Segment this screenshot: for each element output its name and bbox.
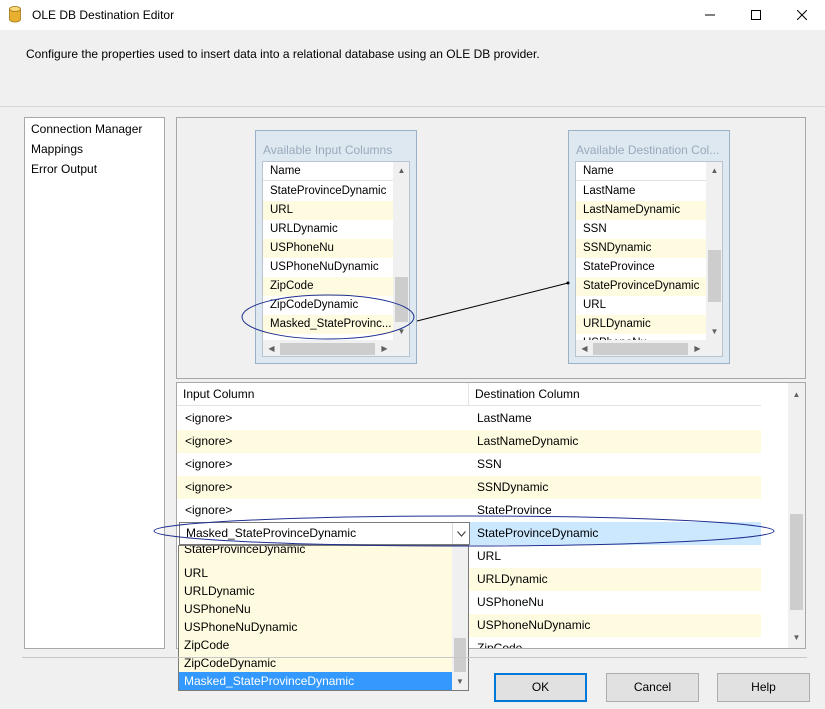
dropdown-option[interactable]: USPhoneNuDynamic [179, 618, 454, 636]
input-column-header[interactable]: Input Column [177, 383, 469, 406]
grid-input-cell[interactable]: <ignore> [177, 476, 469, 499]
destination-column-item[interactable]: URLDynamic [576, 315, 706, 334]
available-input-columns-box[interactable]: Available Input Columns Name StateProvin… [255, 130, 417, 364]
ok-button[interactable]: OK [494, 673, 587, 702]
scroll-right-arrow-icon[interactable]: ▶ [689, 340, 706, 356]
footer-divider [22, 657, 807, 658]
available-destination-columns-box[interactable]: Available Destination Col... Name LastNa… [568, 130, 730, 364]
input-column-item[interactable]: USPhoneNuDynamic [263, 258, 393, 277]
window-title: OLE DB Destination Editor [32, 8, 175, 22]
header-divider [0, 106, 825, 107]
grid-input-cell[interactable]: <ignore> [177, 430, 469, 453]
database-cylinder-icon [9, 6, 21, 23]
grid-destination-cell: StateProvince [477, 503, 552, 517]
dropdown-option[interactable]: URLDynamic [179, 582, 454, 600]
maximize-button[interactable] [733, 0, 779, 30]
dropdown-vscrollbar[interactable]: ▼ [452, 546, 468, 690]
chevron-down-icon[interactable] [452, 523, 469, 544]
nav-item-error-output[interactable]: Error Output [31, 162, 97, 176]
input-column-item[interactable]: StateProvinceDynamic [263, 182, 393, 201]
destination-columns-hscrollbar[interactable]: ◀ ▶ [576, 340, 722, 356]
minimize-button[interactable] [687, 0, 733, 30]
input-columns-hscrollbar[interactable]: ◀ ▶ [263, 340, 409, 356]
input-column-dropdown-list[interactable]: StateProvinceDynamic URL URLDynamic USPh… [178, 545, 469, 691]
nav-item-connection-manager[interactable]: Connection Manager [31, 122, 142, 136]
destination-column-item[interactable]: LastNameDynamic [576, 201, 706, 220]
destination-columns-title: Available Destination Col... [576, 143, 720, 157]
minimize-icon [705, 14, 715, 16]
dropdown-option[interactable]: StateProvinceDynamic [179, 546, 454, 555]
dropdown-option-selected[interactable]: Masked_StateProvinceDynamic [179, 672, 454, 690]
input-columns-header[interactable]: Name [263, 162, 393, 181]
grid-input-cell[interactable]: <ignore> [177, 499, 469, 522]
grid-destination-cell: SSN [477, 457, 502, 471]
input-column-item[interactable]: URLDynamic [263, 220, 393, 239]
scroll-up-arrow-icon[interactable]: ▲ [393, 162, 409, 179]
scroll-thumb[interactable] [593, 343, 688, 355]
destination-columns-vscrollbar[interactable]: ▲ ▼ [706, 162, 722, 340]
editor-description: Configure the properties used to insert … [26, 47, 540, 61]
scroll-down-arrow-icon[interactable]: ▼ [452, 673, 468, 690]
destination-column-item[interactable]: SSN [576, 220, 706, 239]
grid-destination-cell: LastNameDynamic [469, 430, 761, 453]
input-column-item[interactable]: ZipCodeDynamic [263, 296, 393, 315]
grid-destination-cell-selected: StateProvinceDynamic [469, 522, 761, 545]
grid-destination-cell: USPhoneNu [477, 595, 544, 609]
input-columns-list[interactable]: Name StateProvinceDynamic URL URLDynamic… [262, 161, 410, 357]
input-column-item[interactable]: Masked_StateProvinc... [263, 315, 393, 334]
destination-column-item[interactable]: SSNDynamic [576, 239, 706, 258]
destination-columns-header[interactable]: Name [576, 162, 706, 181]
destination-column-item[interactable]: URL [576, 296, 706, 315]
input-column-item[interactable]: USPhoneNu [263, 239, 393, 258]
input-columns-title: Available Input Columns [263, 143, 393, 157]
destination-column-header[interactable]: Destination Column [469, 383, 761, 406]
scroll-left-arrow-icon[interactable]: ◀ [263, 340, 280, 356]
scroll-down-arrow-icon[interactable]: ▼ [393, 323, 409, 340]
dropdown-option[interactable]: USPhoneNu [179, 600, 454, 618]
grid-destination-cell: URLDynamic [469, 568, 761, 591]
nav-item-mappings[interactable]: Mappings [31, 142, 83, 156]
close-button[interactable] [779, 0, 825, 30]
input-column-combobox[interactable]: Masked_StateProvinceDynamic [179, 522, 470, 545]
scroll-down-arrow-icon[interactable]: ▼ [788, 629, 805, 646]
input-column-item[interactable]: URL [263, 201, 393, 220]
mapping-canvas[interactable]: Available Input Columns Name StateProvin… [176, 117, 806, 379]
input-columns-vscrollbar[interactable]: ▲ ▼ [393, 162, 409, 340]
maximize-icon [751, 10, 761, 20]
scroll-right-arrow-icon[interactable]: ▶ [376, 340, 393, 356]
destination-column-item[interactable]: StateProvince [576, 258, 706, 277]
grid-destination-cell: ZipCode [477, 641, 523, 649]
grid-destination-cell: SSNDynamic [469, 476, 761, 499]
destination-column-item[interactable]: LastName [576, 182, 706, 201]
page-nav: Connection Manager Mappings Error Output [24, 117, 165, 649]
grid-destination-cell: LastName [477, 411, 532, 425]
scroll-left-arrow-icon[interactable]: ◀ [576, 340, 593, 356]
title-bar[interactable]: OLE DB Destination Editor [0, 0, 825, 30]
scroll-up-arrow-icon[interactable]: ▲ [788, 386, 805, 403]
dropdown-option[interactable]: URL [179, 564, 454, 582]
input-column-item[interactable]: ZipCode [263, 277, 393, 296]
grid-destination-cell: USPhoneNuDynamic [469, 614, 761, 637]
scroll-thumb[interactable] [395, 277, 408, 322]
grid-vscrollbar[interactable]: ▲ ▼ [788, 383, 805, 648]
dropdown-option[interactable]: ZipCode [179, 636, 454, 654]
destination-column-item[interactable]: StateProvinceDynamic [576, 277, 706, 296]
combobox-value: Masked_StateProvinceDynamic [186, 526, 357, 540]
scroll-down-arrow-icon[interactable]: ▼ [706, 323, 722, 340]
scroll-thumb[interactable] [280, 343, 375, 355]
scroll-thumb[interactable] [790, 514, 803, 610]
scroll-thumb[interactable] [708, 250, 721, 302]
grid-input-cell[interactable]: <ignore> [177, 453, 469, 476]
close-icon [797, 10, 807, 20]
destination-columns-list[interactable]: Name LastName LastNameDynamic SSN SSNDyn… [575, 161, 723, 357]
help-button[interactable]: Help [717, 673, 810, 702]
scroll-up-arrow-icon[interactable]: ▲ [706, 162, 722, 179]
cancel-button[interactable]: Cancel [606, 673, 699, 702]
grid-input-cell[interactable]: <ignore> [177, 407, 469, 430]
grid-destination-cell: URL [477, 549, 502, 563]
scroll-thumb[interactable] [454, 638, 466, 672]
